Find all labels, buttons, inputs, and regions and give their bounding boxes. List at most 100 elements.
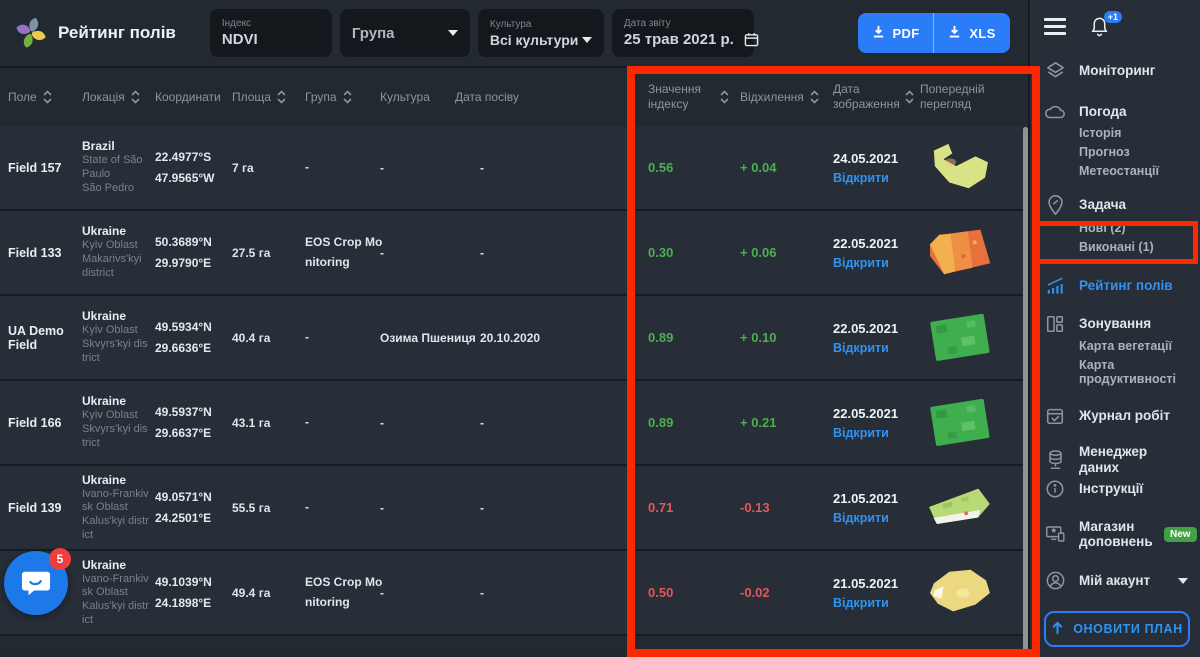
open-link[interactable]: Відкрити <box>833 256 889 270</box>
field-name: UA Demo Field <box>8 324 82 352</box>
sidebar-subitem-forecast[interactable]: Прогноз <box>1079 145 1188 159</box>
index-value: 0.89 <box>648 415 740 430</box>
column-label: Відхилення <box>740 90 804 105</box>
menu-icon[interactable] <box>1044 18 1066 35</box>
sidebar-item-work-log[interactable]: Журнал робіт <box>1044 406 1188 426</box>
sort-icon[interactable] <box>810 89 819 105</box>
column-header-field[interactable]: Поле <box>8 89 82 105</box>
topbar: Рейтинг полів Індекс NDVI Група Культура <box>0 0 1028 68</box>
sidebar-item-label: Зонування <box>1079 316 1151 332</box>
group-filter[interactable]: Група <box>340 9 470 57</box>
fields-rating-table: ПолеЛокаціяКоординатиПлощаГрупаКультураД… <box>0 68 1028 655</box>
sidebar-subitem-productivity-map[interactable]: Карта продуктивності <box>1079 358 1188 386</box>
open-link[interactable]: Відкрити <box>833 171 889 185</box>
report-date-value: 25 трав 2021 р. <box>624 31 734 48</box>
tasks-submenu: Нові (2) Виконані (1) <box>1079 221 1188 254</box>
image-date: 21.05.2021 <box>833 576 916 591</box>
sidebar-item-field-rating[interactable]: Рейтинг полів <box>1044 276 1188 296</box>
sidebar-subitem-vegetation-map[interactable]: Карта вегетації <box>1079 339 1188 353</box>
open-link[interactable]: Відкрити <box>833 426 889 440</box>
index-filter[interactable]: Індекс NDVI <box>210 9 332 57</box>
chat-widget-button[interactable]: 5 <box>4 551 68 615</box>
field-area: 55.5 га <box>232 501 305 515</box>
upgrade-plan-button[interactable]: ОНОВИТИ ПЛАН <box>1044 611 1190 647</box>
preview-cell <box>920 224 1028 282</box>
preview-cell <box>920 394 1028 452</box>
preview-cell <box>920 479 1028 537</box>
field-sowing-date: - <box>480 501 648 515</box>
chevron-down-icon <box>582 37 592 43</box>
sort-icon[interactable] <box>277 89 286 105</box>
sidebar-item-addons-store[interactable]: Магазин доповнень New <box>1044 519 1188 550</box>
field-location: Ukraine Ivano-Frankivsk Oblast Kalus'kyi… <box>82 473 155 543</box>
column-header-deviation[interactable]: Відхилення <box>740 89 833 105</box>
sidebar-item-weather[interactable]: Погода <box>1044 103 1188 121</box>
sidebar-item-zoning[interactable]: Зонування <box>1044 314 1188 334</box>
page-title: Рейтинг полів <box>58 23 176 43</box>
image-date: 21.05.2021 <box>833 491 916 506</box>
field-preview-image[interactable] <box>920 224 998 282</box>
download-pdf-button[interactable]: PDF <box>858 13 934 53</box>
sidebar-subitem-new-tasks[interactable]: Нові (2) <box>1079 221 1188 235</box>
column-header-image_date[interactable]: Дата зображення <box>833 82 920 112</box>
table-row[interactable]: Field 166 Ukraine Kyiv Oblast Skvyrs'kyi… <box>0 381 1028 466</box>
sort-icon[interactable] <box>131 89 140 105</box>
culture-filter-value: Всі культури <box>490 32 579 48</box>
notifications-bell-icon[interactable]: +1 <box>1090 16 1109 37</box>
field-area: 27.5 га <box>232 246 305 260</box>
field-coordinates: 49.5937°N29.6637°E <box>155 402 232 443</box>
sidebar-subitem-history[interactable]: Історія <box>1079 126 1188 140</box>
sidebar-item-label: Мій акаунт <box>1079 573 1150 589</box>
sidebar-item-tasks[interactable]: Задача <box>1044 194 1188 216</box>
column-header-location[interactable]: Локація <box>82 89 155 105</box>
sidebar-item-instructions[interactable]: Інструкції <box>1044 479 1188 499</box>
sidebar-item-label: Рейтинг полів <box>1079 278 1173 294</box>
vertical-scrollbar[interactable] <box>1023 127 1028 657</box>
sort-icon[interactable] <box>43 89 52 105</box>
field-preview-image[interactable] <box>920 139 998 197</box>
open-link[interactable]: Відкрити <box>833 341 889 355</box>
preview-cell <box>920 139 1028 197</box>
open-link[interactable]: Відкрити <box>833 596 889 610</box>
deviation-value: -0.13 <box>740 500 833 515</box>
sort-icon[interactable] <box>720 89 729 105</box>
column-header-preview: Попередній перегляд <box>920 82 1028 112</box>
sort-icon[interactable] <box>905 89 914 105</box>
field-sowing-date: - <box>480 586 648 600</box>
field-preview-image[interactable] <box>920 479 998 537</box>
sidebar-item-data-manager[interactable]: Менеджер даних <box>1044 444 1188 475</box>
culture-filter[interactable]: Культура Всі культури <box>478 9 604 57</box>
chevron-down-icon <box>1178 578 1188 584</box>
field-preview-image[interactable] <box>920 564 998 622</box>
culture-filter-label: Культура <box>490 19 592 30</box>
column-header-group[interactable]: Група <box>305 89 380 105</box>
field-preview-image[interactable] <box>920 309 998 367</box>
field-location: Ukraine Kyiv Oblast Skvyrs'kyi district <box>82 394 155 450</box>
sidebar-subitem-done-tasks[interactable]: Виконані (1) <box>1079 240 1188 254</box>
sort-icon[interactable] <box>343 89 352 105</box>
sidebar-item-monitoring[interactable]: Моніторинг <box>1044 60 1188 81</box>
image-date-cell: 21.05.2021 Відкрити <box>833 576 920 610</box>
image-date-cell: 22.05.2021 Відкрити <box>833 236 920 270</box>
sidebar-subitem-weather-stations[interactable]: Метеостанції <box>1079 164 1188 178</box>
open-link[interactable]: Відкрити <box>833 511 889 525</box>
field-name: Field 166 <box>8 416 82 430</box>
table-row[interactable]: UA Demo Field Ukraine Kyiv Oblast Skvyrs… <box>0 296 1028 381</box>
weather-submenu: Історія Прогноз Метеостанції <box>1079 126 1188 178</box>
column-header-index_value[interactable]: Значення індексу <box>648 82 740 112</box>
sidebar-item-my-account[interactable]: Мій акаунт <box>1044 570 1188 591</box>
table-row[interactable]: F Ukraine Ivano-Frankivsk Oblast Kalus'k… <box>0 551 1028 636</box>
report-date-filter[interactable]: Дата звіту 25 трав 2021 р. <box>612 9 754 57</box>
table-row[interactable]: Field 133 Ukraine Kyiv Oblast Makarivs'k… <box>0 211 1028 296</box>
column-label: Площа <box>232 90 271 105</box>
table-row[interactable]: Field 139 Ukraine Ivano-Frankivsk Oblast… <box>0 466 1028 551</box>
app-root: Рейтинг полів Індекс NDVI Група Культура <box>0 0 1200 657</box>
column-label: Локація <box>82 90 125 105</box>
index-value: 0.89 <box>648 330 740 345</box>
column-label: Дата зображення <box>833 82 899 112</box>
table-row[interactable]: Field 157 Brazil State of São Paulo São … <box>0 126 1028 211</box>
table-body: Field 157 Brazil State of São Paulo São … <box>0 126 1028 636</box>
download-xls-button[interactable]: XLS <box>934 13 1010 53</box>
field-preview-image[interactable] <box>920 394 998 452</box>
column-header-area[interactable]: Площа <box>232 89 305 105</box>
